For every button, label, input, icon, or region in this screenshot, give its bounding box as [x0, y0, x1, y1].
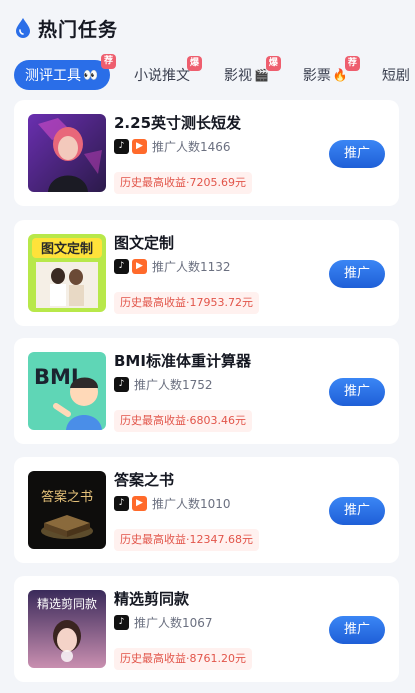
promote-button[interactable]: 推广 — [329, 140, 385, 168]
promoter-count: 推广人数1752 — [134, 377, 213, 392]
max-income-tag: 历史最高收益·8761.20元 — [114, 648, 252, 670]
task-title: 图文定制 — [114, 234, 175, 252]
promote-button[interactable]: 推广 — [329, 260, 385, 288]
tab-label: 测评工具 — [25, 68, 81, 84]
promote-button[interactable]: 推广 — [329, 378, 385, 406]
tab-label: 小说推文 — [133, 68, 190, 84]
thumbnail-text: 图文定制 — [41, 241, 93, 257]
water-drop-icon — [16, 18, 30, 38]
task-meta: ♪ 推广人数1067 — [114, 614, 213, 630]
section-title: 热门任务 — [38, 18, 119, 41]
promote-button[interactable]: 推广 — [329, 497, 385, 525]
task-meta: ♪ ▶ 推广人数1132 — [114, 258, 231, 274]
portrait-thumbnail-image — [28, 114, 106, 192]
task-thumbnail: 图文定制 — [28, 234, 106, 312]
recommend-badge: 荐 — [100, 54, 116, 69]
task-meta: ♪ ▶ 推广人数1010 — [114, 495, 231, 511]
tab-short-drama[interactable]: 短剧 — [382, 65, 410, 85]
section-header: 热门任务 — [14, 14, 118, 42]
thumbnail-text: 答案之书 — [41, 489, 93, 505]
task-title: 2.25英寸测长短发 — [114, 114, 242, 132]
task-card[interactable]: BMI BMI标准体重计算器 ♪ 推广人数1752 历史最高收益·6803.46… — [14, 338, 399, 444]
task-thumbnail: 答案之书 — [28, 471, 106, 549]
recommend-badge: 荐 — [344, 56, 360, 71]
task-title: 答案之书 — [114, 471, 175, 489]
promoter-count: 推广人数1067 — [134, 615, 213, 630]
max-income-tag: 历史最高收益·17953.72元 — [114, 292, 259, 314]
task-title: BMI标准体重计算器 — [114, 352, 251, 370]
douyin-icon: ♪ — [114, 138, 129, 154]
task-meta: ♪ ▶ 推广人数1466 — [114, 138, 231, 154]
max-income-tag: 历史最高收益·7205.69元 — [114, 172, 252, 194]
douyin-icon: ♪ — [114, 376, 129, 392]
eyes-emoji-icon: 👀 — [83, 68, 98, 82]
task-card[interactable]: 答案之书 答案之书 ♪ ▶ 推广人数1010 历史最高收益·12347.68元 … — [14, 457, 399, 563]
task-card[interactable]: 图文定制 图文定制 ♪ ▶ 推广人数1132 历史最高收益·17953.72元 … — [14, 220, 399, 326]
tab-film-tv[interactable]: 影视 🎬 爆 — [223, 56, 281, 85]
tab-label: 短剧 — [381, 68, 410, 84]
task-card[interactable]: 2.25英寸测长短发 ♪ ▶ 推广人数1466 历史最高收益·7205.69元 … — [14, 100, 399, 206]
tab-label: 影票 — [302, 68, 331, 84]
task-card[interactable]: 精选剪同款 精选剪同款 ♪ 推广人数1067 历史最高收益·8761.20元 推… — [14, 576, 399, 682]
clip-same-thumbnail-image: 精选剪同款 — [28, 590, 106, 668]
category-tabs: 测评工具 👀 荐 小说推文 爆 影视 🎬 爆 影票 🔥 荐 短剧 — [14, 54, 415, 90]
task-meta: ♪ 推广人数1752 — [114, 376, 213, 392]
tab-review-tools[interactable]: 测评工具 👀 荐 — [14, 54, 116, 90]
promote-button[interactable]: 推广 — [329, 616, 385, 644]
task-title: 精选剪同款 — [114, 590, 190, 608]
promoter-count: 推广人数1466 — [152, 139, 231, 154]
photo-custom-thumbnail-image: 图文定制 — [28, 234, 106, 312]
tab-label: 影视 — [223, 68, 252, 84]
kuaishou-icon: ▶ — [132, 258, 147, 274]
douyin-icon: ♪ — [114, 258, 129, 274]
tab-novel-promo[interactable]: 小说推文 爆 — [133, 56, 202, 85]
tab-movie-tickets[interactable]: 影票 🔥 荐 — [302, 56, 360, 85]
task-thumbnail: BMI — [28, 352, 106, 430]
douyin-icon: ♪ — [114, 614, 129, 630]
kuaishou-icon: ▶ — [132, 495, 147, 511]
hot-badge: 爆 — [186, 56, 202, 71]
max-income-tag: 历史最高收益·6803.46元 — [114, 410, 252, 432]
task-thumbnail: 精选剪同款 — [28, 590, 106, 668]
douyin-icon: ♪ — [114, 495, 129, 511]
task-thumbnail — [28, 114, 106, 192]
max-income-tag: 历史最高收益·12347.68元 — [114, 529, 259, 551]
promoter-count: 推广人数1132 — [152, 259, 231, 274]
answer-book-thumbnail-image: 答案之书 — [28, 471, 106, 549]
bmi-thumbnail-image: BMI — [28, 352, 106, 430]
kuaishou-icon: ▶ — [132, 138, 147, 154]
thumbnail-text: 精选剪同款 — [37, 596, 97, 611]
promoter-count: 推广人数1010 — [152, 496, 231, 511]
hot-badge: 爆 — [265, 56, 281, 71]
